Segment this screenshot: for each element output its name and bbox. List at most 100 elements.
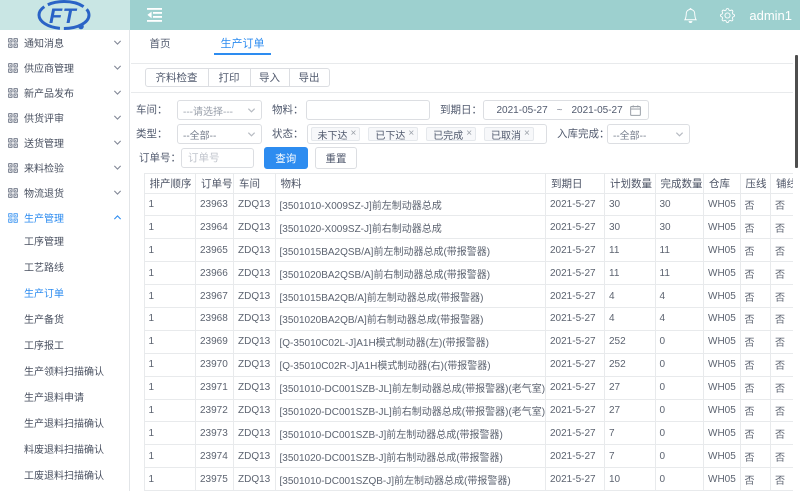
cell-11-4: 2021-5-27	[546, 445, 605, 468]
cell-2-7: WH05	[704, 239, 741, 262]
cell-5-6: 4	[655, 307, 704, 330]
column-header-8: 压线	[740, 174, 771, 194]
column-header-6: 完成数量	[655, 174, 704, 194]
sidebar-subitem-0[interactable]: 工序管理	[0, 230, 129, 256]
type-select[interactable]: --全部--	[177, 124, 262, 144]
cell-3-8: 否	[740, 262, 771, 285]
sidebar-item-0[interactable]: 通知消息	[0, 30, 129, 55]
reset-button[interactable]: 重置	[315, 147, 357, 169]
cell-2-4: 2021-5-27	[546, 239, 605, 262]
material-input[interactable]	[313, 101, 423, 119]
tag-close-icon[interactable]: ×	[524, 129, 530, 139]
username[interactable]: admin1	[749, 8, 792, 23]
tag-close-icon[interactable]: ×	[466, 129, 472, 139]
sidebar-item-5[interactable]: 来料检验	[0, 155, 129, 180]
workshop-select[interactable]: ---请选择---	[177, 100, 262, 120]
due-date-range-picker[interactable]: 2021-05-27 ~ 2021-05-27	[483, 100, 649, 120]
sidebar-item-6[interactable]: 物流退货	[0, 180, 129, 205]
column-header-7: 仓库	[704, 174, 741, 194]
status-tag-1: 已下达×	[368, 127, 418, 141]
cell-8-4: 2021-5-27	[546, 376, 605, 399]
main-content: 首页生产订单 齐料检查打印导入导出 车间： ---请选择--- 物料： 到期日：…	[131, 30, 800, 491]
sidebar-item-3[interactable]: 供货评审	[0, 105, 129, 130]
cell-8-1: 23971	[196, 376, 234, 399]
sidebar-subitem-4[interactable]: 工序报工	[0, 334, 129, 360]
cell-12-3: [3501010-DC001SZQB-J]前左制动器总成(带报警器)	[275, 468, 546, 491]
table-row-6[interactable]: 123969ZDQ13[Q-35010C02L-J]A1H模式制动器(左)(带报…	[144, 330, 800, 353]
cell-7-5: 252	[605, 353, 656, 376]
table-row-8[interactable]: 123971ZDQ13[3501010-DC001SZB-JL]前左制动器总成(…	[144, 376, 800, 399]
cell-5-4: 2021-5-27	[546, 307, 605, 330]
cell-2-3: [3501015BA2QSB/A]前左制动器总成(带报警器)	[275, 239, 546, 262]
type-select-value: --全部--	[183, 127, 247, 142]
cell-4-4: 2021-5-27	[546, 285, 605, 308]
cell-3-3: [3501020BA2QSB/A]前右制动器总成(带报警器)	[275, 262, 546, 285]
table-row-12[interactable]: 123975ZDQ13[3501010-DC001SZQB-J]前左制动器总成(…	[144, 468, 800, 491]
cell-1-2: ZDQ13	[234, 216, 276, 239]
sidebar-subitem-6[interactable]: 生产退料申请	[0, 386, 129, 412]
sidebar-item-2[interactable]: 新产品发布	[0, 80, 129, 105]
cell-9-1: 23972	[196, 399, 234, 422]
table-row-5[interactable]: 123968ZDQ13[3501020BA2QB/A]前右制动器总成(带报警器)…	[144, 307, 800, 330]
cell-7-7: WH05	[704, 353, 741, 376]
cell-11-1: 23974	[196, 445, 234, 468]
notification-bell-icon[interactable]	[683, 8, 698, 23]
cell-5-2: ZDQ13	[234, 307, 276, 330]
sidebar-item-label: 通知消息	[24, 35, 113, 50]
table-row-3[interactable]: 123966ZDQ13[3501020BA2QSB/A]前右制动器总成(带报警器…	[144, 262, 800, 285]
due-date-label: 到期日：	[440, 100, 482, 120]
table-row-7[interactable]: 123970ZDQ13[Q-35010C02R-J]A1H模式制动器(右)(带报…	[144, 353, 800, 376]
grid-menu-icon	[8, 138, 18, 148]
sidebar-subitem-1[interactable]: 工艺路线	[0, 256, 129, 282]
cell-12-4: 2021-5-27	[546, 468, 605, 491]
sidebar-fold-icon[interactable]	[147, 8, 162, 22]
sidebar-subitem-5[interactable]: 生产领料扫描确认	[0, 360, 129, 386]
table-row-4[interactable]: 123967ZDQ13[3501015BA2QB/A]前左制动器总成(带报警器)…	[144, 285, 800, 308]
column-header-3: 物料	[275, 174, 546, 194]
sidebar-item-7[interactable]: 生产管理	[0, 205, 129, 230]
cell-8-3: [3501010-DC001SZB-JL]前左制动器总成(带报警器)(老气室)	[275, 376, 546, 399]
grid-menu-icon	[8, 38, 18, 48]
sidebar-subitem-2[interactable]: 生产订单	[0, 282, 129, 308]
table-row-1[interactable]: 123964ZDQ13[3501020-X009SZ-J]前右制动器总成2021…	[144, 216, 800, 239]
instock-label: 入库完成：	[557, 124, 610, 144]
search-button[interactable]: 查询	[264, 147, 308, 169]
cell-3-6: 11	[655, 262, 704, 285]
cell-6-7: WH05	[704, 330, 741, 353]
table-row-0[interactable]: 123963ZDQ13[3501010-X009SZ-J]前左制动器总成2021…	[144, 193, 800, 216]
cell-5-0: 1	[144, 307, 196, 330]
sidebar-subitem-9[interactable]: 工废退料扫描确认	[0, 464, 129, 490]
table-row-9[interactable]: 123972ZDQ13[3501020-DC001SZB-JL]前右制动器总成(…	[144, 399, 800, 422]
cell-5-3: [3501020BA2QB/A]前右制动器总成(带报警器)	[275, 307, 546, 330]
tag-close-icon[interactable]: ×	[351, 129, 357, 139]
tag-close-icon[interactable]: ×	[408, 129, 414, 139]
sidebar-item-label: 来料检验	[24, 160, 113, 175]
cell-11-5: 7	[605, 445, 656, 468]
sidebar-item-label: 供应商管理	[24, 60, 113, 75]
vertical-scrollbar[interactable]	[793, 30, 800, 491]
table-row-11[interactable]: 123974ZDQ13[3501020-DC001SZB-J]前右制动器总成(带…	[144, 445, 800, 468]
status-multiselect[interactable]: 未下达×已下达×已完成×已取消×	[307, 124, 547, 144]
sidebar-item-4[interactable]: 送货管理	[0, 130, 129, 155]
table-row-2[interactable]: 123965ZDQ13[3501015BA2QSB/A]前左制动器总成(带报警器…	[144, 239, 800, 262]
instock-select[interactable]: --全部--	[607, 124, 690, 144]
cell-2-6: 11	[655, 239, 704, 262]
scrollbar-thumb[interactable]	[795, 55, 798, 168]
table-row-10[interactable]: 123973ZDQ13[3501010-DC001SZB-J]前左制动器总成(带…	[144, 422, 800, 445]
cell-10-2: ZDQ13	[234, 422, 276, 445]
orderno-input[interactable]	[188, 149, 247, 167]
cell-10-1: 23973	[196, 422, 234, 445]
cell-6-6: 0	[655, 330, 704, 353]
settings-gear-icon[interactable]	[720, 8, 735, 23]
sidebar-subitem-7[interactable]: 生产退料扫描确认	[0, 412, 129, 438]
sidebar-item-1[interactable]: 供应商管理	[0, 55, 129, 80]
sidebar-subitem-8[interactable]: 料废退料扫描确认	[0, 438, 129, 464]
cell-5-8: 否	[740, 307, 771, 330]
calendar-icon	[630, 105, 641, 116]
cell-7-8: 否	[740, 353, 771, 376]
cell-6-3: [Q-35010C02L-J]A1H模式制动器(左)(带报警器)	[275, 330, 546, 353]
sidebar-subitem-3[interactable]: 生产备货	[0, 308, 129, 334]
cell-9-7: WH05	[704, 399, 741, 422]
cell-0-2: ZDQ13	[234, 193, 276, 216]
cell-10-0: 1	[144, 422, 196, 445]
